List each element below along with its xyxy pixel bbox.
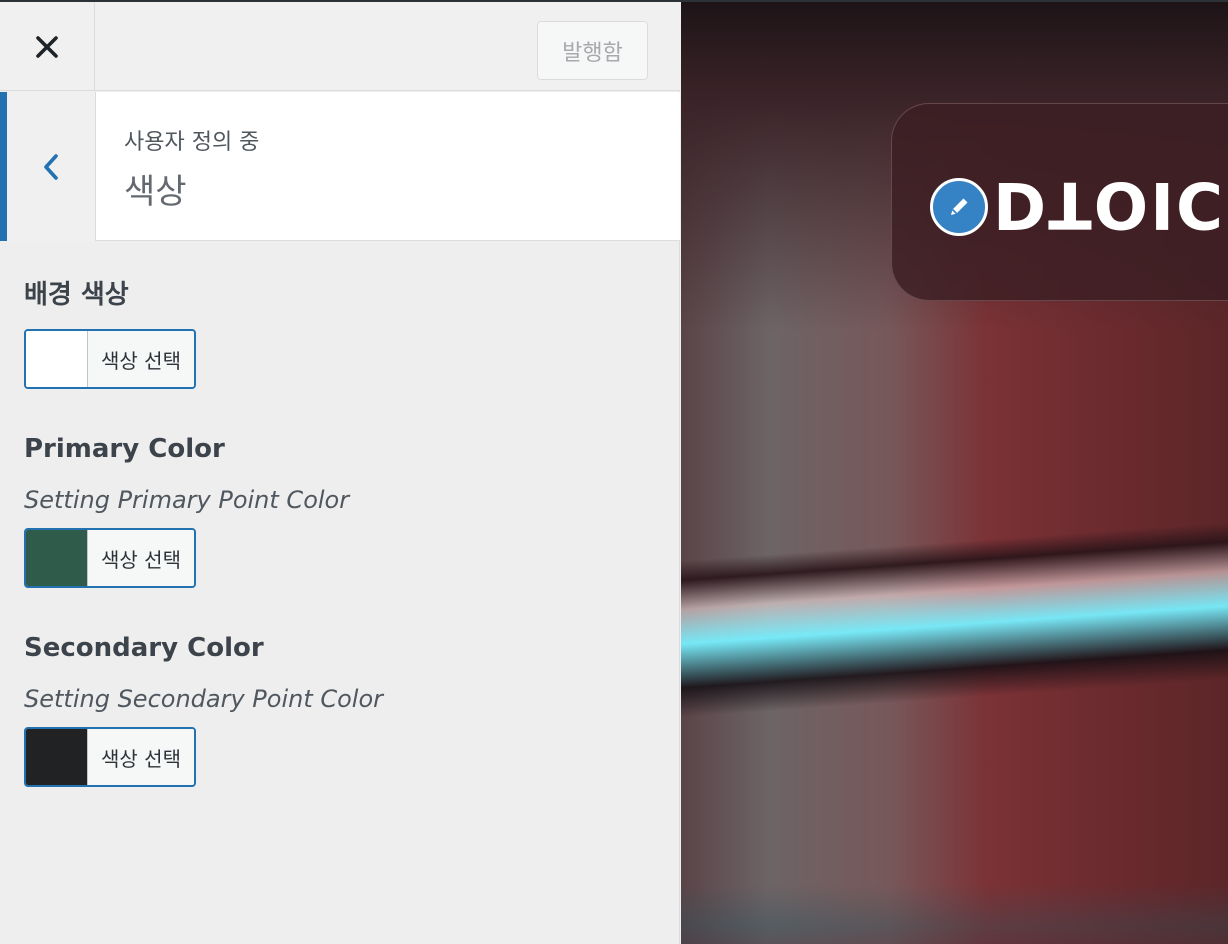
top-border — [0, 0, 1228, 2]
chevron-left-icon — [44, 153, 58, 180]
color-swatch — [26, 530, 88, 586]
control-title: Secondary Color — [24, 633, 264, 663]
secondary-color-picker-button[interactable]: 색상 선택 — [24, 727, 196, 787]
customizer-header: 발행함 — [0, 2, 680, 91]
site-logo-text: DTOIC — [993, 167, 1225, 241]
color-swatch — [26, 331, 88, 387]
control-title: 배경 색상 — [24, 280, 129, 310]
color-swatch — [26, 729, 88, 785]
section-title-bar: 사용자 정의 중 색상 — [0, 92, 680, 241]
section-heading: 색상 — [124, 172, 187, 212]
control-description: Setting Primary Point Color — [24, 486, 350, 514]
color-picker-label: 색상 선택 — [88, 729, 194, 785]
customizer-panel: 발행함 사용자 정의 중 색상 배경 색상 색상 선택 Primary Colo… — [0, 0, 680, 944]
control-description: Setting Secondary Point Color — [24, 685, 384, 713]
breadcrumb: 사용자 정의 중 — [124, 130, 260, 155]
back-button[interactable] — [0, 92, 96, 241]
color-picker-label: 색상 선택 — [88, 331, 194, 387]
publish-button[interactable]: 발행함 — [537, 21, 648, 80]
color-picker-label: 색상 선택 — [88, 530, 194, 586]
control-title: Primary Color — [24, 434, 225, 464]
edit-shortcut-button[interactable] — [930, 178, 988, 236]
primary-color-picker-button[interactable]: 색상 선택 — [24, 528, 196, 588]
close-button[interactable] — [0, 2, 95, 91]
pencil-icon — [951, 198, 968, 215]
site-preview[interactable]: DTOIC — [681, 2, 1228, 944]
close-icon — [36, 35, 58, 58]
background-color-picker-button[interactable]: 색상 선택 — [24, 329, 196, 389]
